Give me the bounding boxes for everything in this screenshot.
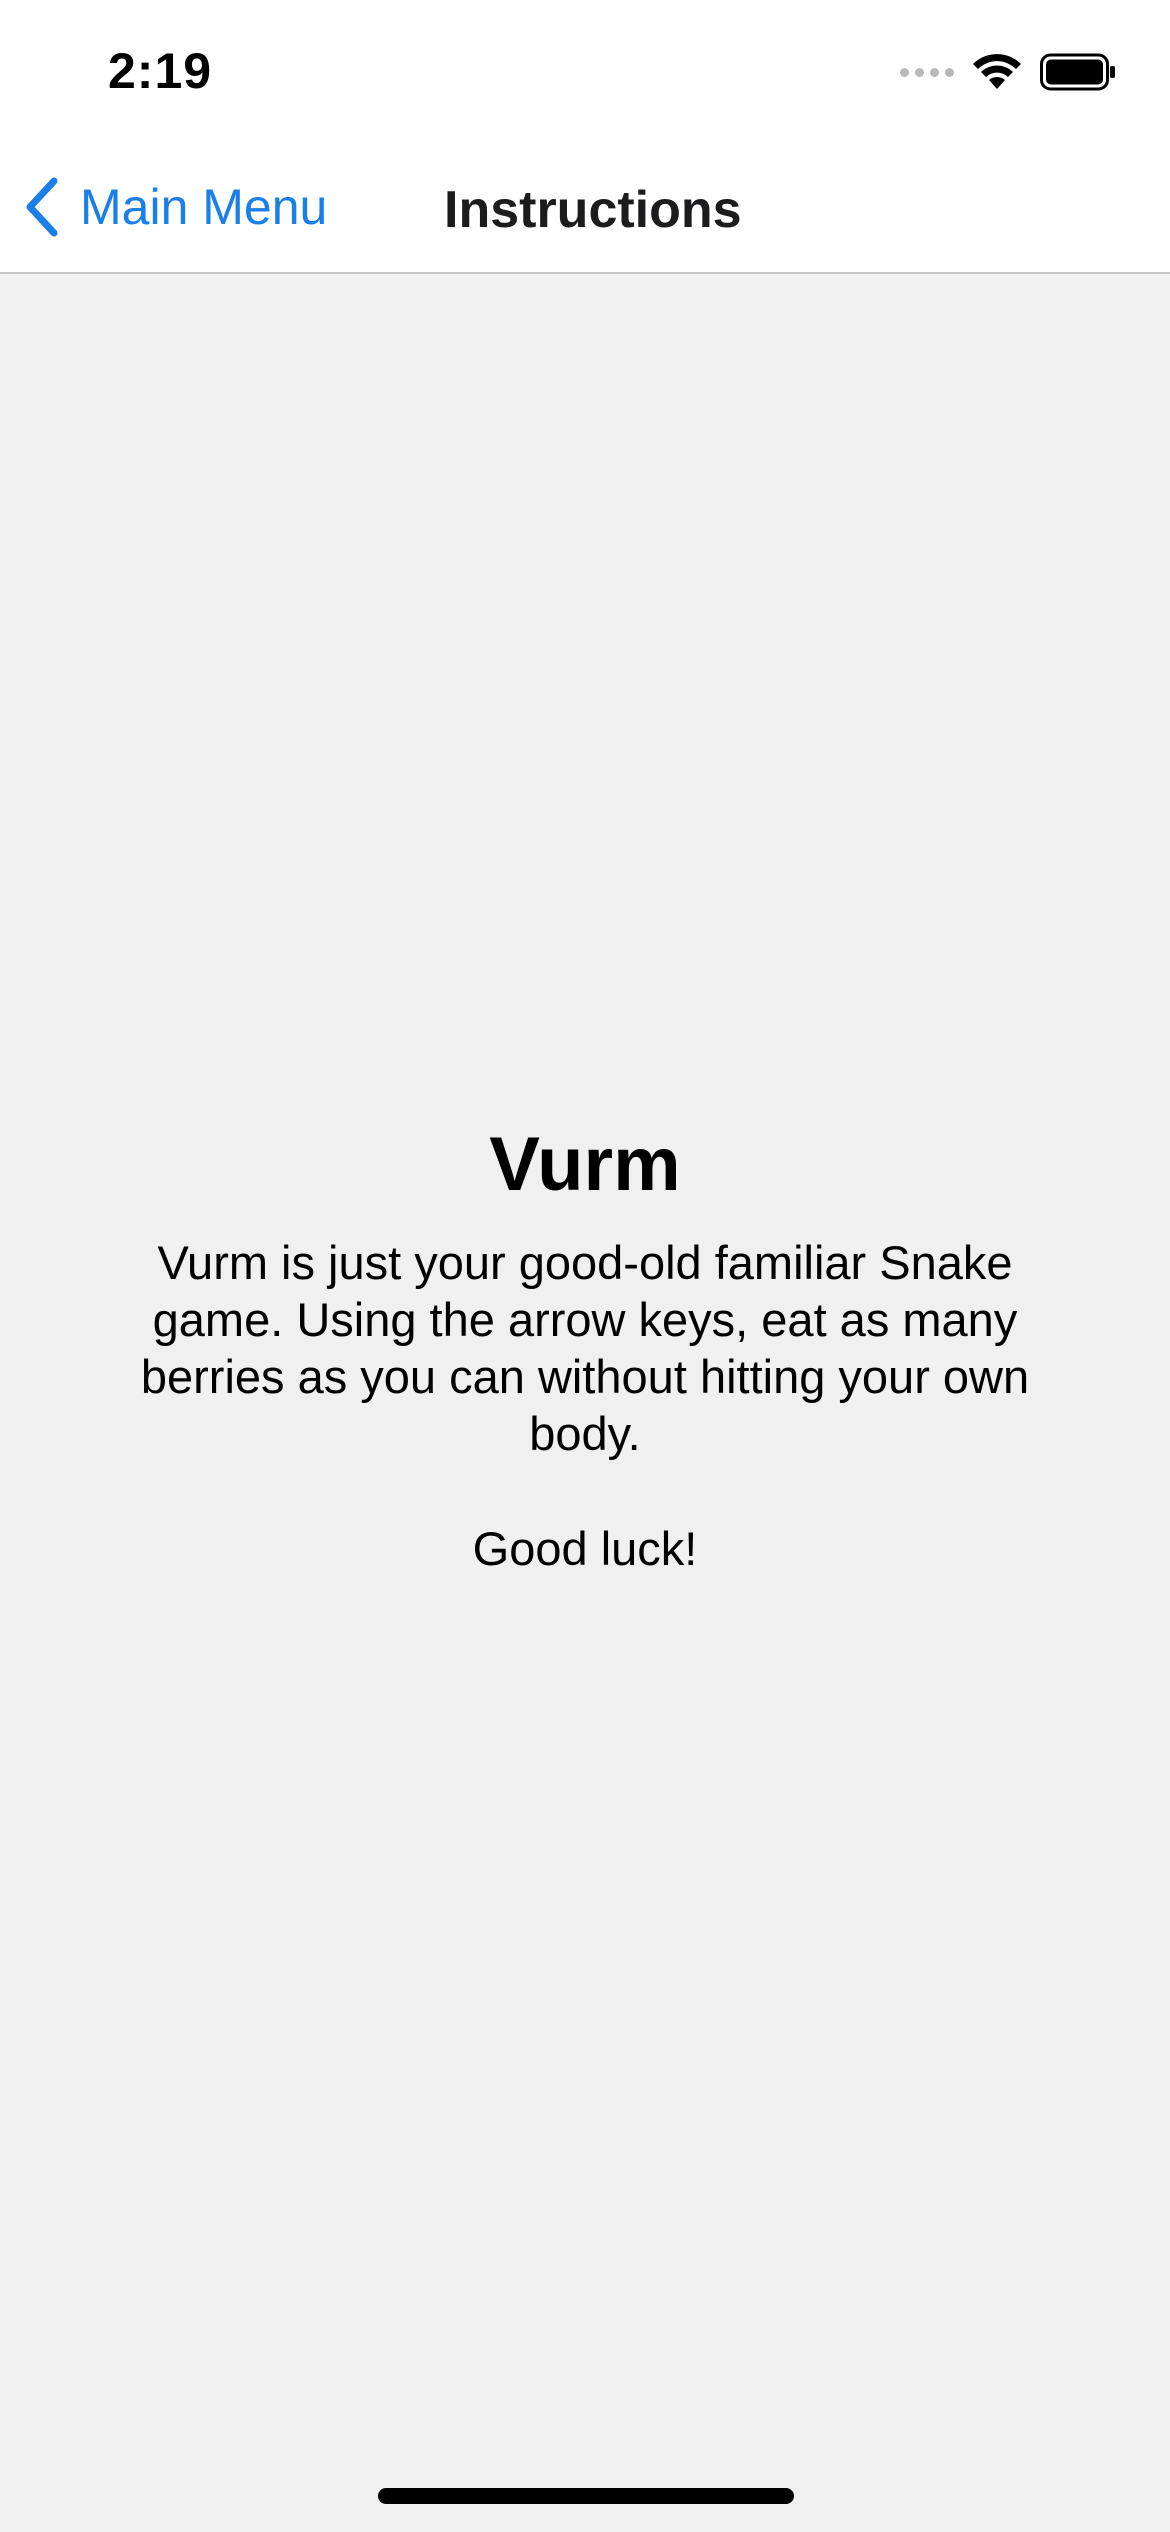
wifi-icon <box>973 54 1021 89</box>
chevron-left-icon <box>26 177 58 237</box>
game-title: Vurm <box>489 1122 681 1207</box>
home-indicator[interactable] <box>378 2488 794 2504</box>
status-time: 2:19 <box>108 43 213 99</box>
instructions-text: Vurm is just your good-old familiar Snak… <box>140 1236 1030 1460</box>
battery-icon <box>1040 53 1115 91</box>
navigation-bar: Main Menu Instructions <box>0 140 1170 274</box>
good-luck-text: Good luck! <box>472 1522 698 1575</box>
status-icons <box>900 50 1116 94</box>
instructions-content: Vurm Vurm is just your good-old familiar… <box>0 1110 1170 1577</box>
page-title: Instructions <box>444 181 742 239</box>
signal-dots-icon <box>900 67 954 77</box>
back-button[interactable]: Main Menu <box>24 174 327 240</box>
status-bar: 2:19 <box>0 0 1170 140</box>
back-button-label: Main Menu <box>80 179 328 235</box>
